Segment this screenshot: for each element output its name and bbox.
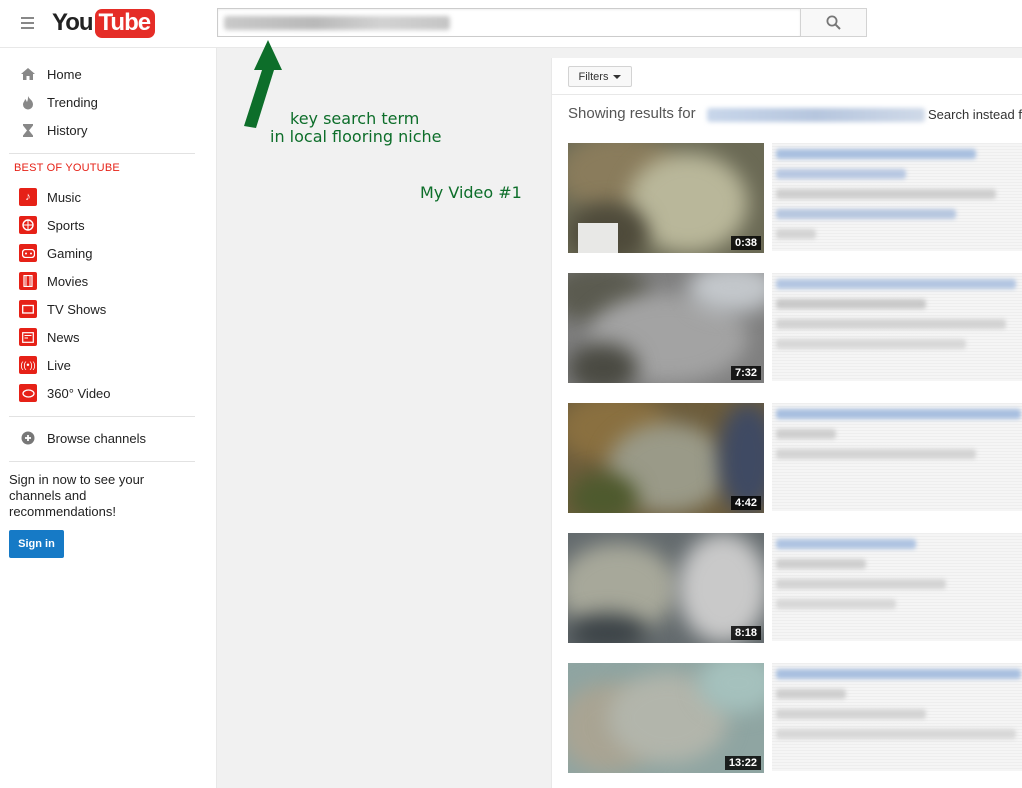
sidebar-item-360-video[interactable]: 360° Video (0, 379, 210, 407)
sidebar-item-label: Trending (47, 94, 98, 110)
sidebar-item-home[interactable]: Home (0, 60, 210, 88)
sidebar-item-label: Sports (47, 217, 85, 233)
logo-text-you: You (52, 9, 94, 36)
video-thumbnail[interactable]: 8:18 (568, 533, 764, 643)
search-box[interactable] (217, 8, 801, 37)
home-icon (19, 65, 37, 83)
showing-results-text: Showing results for (568, 105, 696, 122)
signin-promo-text: Sign in now to see your channels and rec… (9, 472, 145, 519)
guide-sidebar: Home Trending History BEST OF YOUTUBE ♪ … (0, 48, 217, 788)
sidebar-item-news[interactable]: News (0, 323, 210, 351)
video-thumbnail[interactable]: 0:38 (568, 143, 764, 253)
plus-circle-icon (19, 429, 37, 447)
video-result-row[interactable]: 13:22 (568, 663, 1022, 773)
video-duration: 8:18 (730, 626, 761, 640)
sidebar-item-trending[interactable]: Trending (0, 88, 210, 116)
guide-menu-button[interactable] (18, 14, 38, 34)
sidebar-item-label: TV Shows (47, 301, 107, 317)
sidebar-item-label: Home (47, 66, 82, 82)
video-metadata-blurred (772, 403, 1022, 513)
sidebar-item-movies[interactable]: Movies (0, 267, 210, 295)
sidebar-item-tv-shows[interactable]: TV Shows (0, 295, 210, 323)
video-metadata-blurred (772, 533, 1022, 643)
sidebar-item-gaming[interactable]: Gaming (0, 239, 210, 267)
video-result-row[interactable]: 4:42 (568, 403, 1022, 513)
video-duration: 4:42 (730, 496, 761, 510)
video-thumbnail[interactable]: 7:32 (568, 273, 764, 383)
arrow-up-annotation-icon (244, 40, 282, 128)
video-metadata-blurred (772, 663, 1022, 773)
sidebar-item-label: News (47, 329, 80, 345)
filters-label: Filters (578, 70, 609, 83)
video-duration: 7:32 (730, 366, 761, 380)
search-button[interactable] (800, 8, 867, 37)
masthead: You Tube (0, 0, 1022, 48)
sidebar-item-label: Browse channels (47, 430, 146, 446)
video-duration: 13:22 (724, 756, 761, 770)
sidebar-item-label: History (47, 122, 88, 138)
broadcast-icon: ((•)) (19, 356, 37, 374)
annotation-video-label: My Video #1 (420, 183, 522, 202)
sidebar-item-label: Live (47, 357, 71, 373)
sidebar-divider (9, 153, 195, 154)
sidebar-item-history[interactable]: History (0, 116, 210, 144)
video-duration: 0:38 (730, 236, 761, 250)
video-metadata-blurred (772, 273, 1022, 383)
annotation-line-2: in local flooring niche (270, 127, 442, 146)
gamepad-icon (19, 244, 37, 262)
sidebar-item-sports[interactable]: Sports (0, 211, 210, 239)
logo-text-tube: Tube (94, 8, 156, 38)
filters-divider (552, 94, 1022, 95)
sidebar-item-label: Movies (47, 273, 89, 289)
newspaper-icon (19, 328, 37, 346)
search-icon (826, 15, 841, 30)
annotation-line-1: key search term (290, 109, 420, 128)
music-note-icon: ♪ (19, 188, 37, 206)
search-results-panel: Filters Showing results for Search inste… (551, 58, 1022, 788)
sidebar-divider (9, 461, 195, 462)
ball-icon (19, 216, 37, 234)
sidebar-item-live[interactable]: ((•)) Live (0, 351, 210, 379)
video-result-row[interactable]: 7:32 (568, 273, 1022, 383)
sidebar-divider (9, 416, 195, 417)
video-thumbnail[interactable]: 4:42 (568, 403, 764, 513)
blurred-search-term (224, 16, 450, 30)
filters-button[interactable]: Filters (568, 66, 632, 87)
sidebar-item-label: Music (47, 189, 81, 205)
signin-button[interactable]: Sign in (9, 530, 64, 558)
blurred-corrected-query-link[interactable] (707, 108, 925, 122)
flame-icon (19, 93, 37, 111)
360-icon (19, 384, 37, 402)
tv-icon (19, 300, 37, 318)
video-result-row[interactable]: 0:38 (568, 143, 1022, 253)
search-instead-link[interactable]: Search instead f (928, 107, 1022, 122)
film-strip-icon (19, 272, 37, 290)
caret-down-icon (613, 74, 622, 79)
hourglass-icon (19, 121, 37, 139)
video-metadata-blurred (772, 143, 1022, 253)
sidebar-item-label: Gaming (47, 245, 93, 261)
youtube-logo[interactable]: You Tube (52, 8, 156, 38)
sidebar-item-label: 360° Video (47, 385, 111, 401)
video-result-row[interactable]: 8:18 (568, 533, 1022, 643)
sidebar-item-browse-channels[interactable]: Browse channels (0, 424, 210, 452)
sidebar-item-music[interactable]: ♪ Music (0, 183, 210, 211)
video-thumbnail[interactable]: 13:22 (568, 663, 764, 773)
section-title-best-of-youtube: BEST OF YOUTUBE (14, 162, 120, 174)
